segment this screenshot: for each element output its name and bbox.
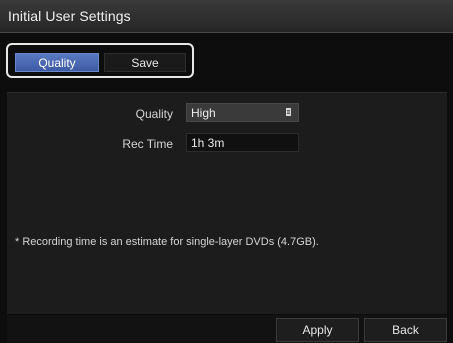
tab-save[interactable]: Save <box>104 53 186 72</box>
dropdown-list-icon <box>286 108 291 116</box>
tab-bar: Quality Save <box>6 43 194 78</box>
title-bar: Initial User Settings <box>0 0 453 33</box>
rec-time-label: Rec Time <box>122 137 173 151</box>
tab-quality[interactable]: Quality <box>15 53 99 72</box>
back-button[interactable]: Back <box>364 318 447 342</box>
button-bar: Apply Back <box>7 315 447 343</box>
apply-button[interactable]: Apply <box>276 318 359 342</box>
settings-window: Initial User Settings Quality Save Quali… <box>0 0 453 343</box>
rec-time-value: 1h 3m <box>191 136 225 150</box>
settings-panel: Quality High Rec Time 1h 3m * Recording … <box>7 92 447 314</box>
quality-dropdown[interactable]: High <box>186 103 299 122</box>
window-title: Initial User Settings <box>8 8 131 24</box>
rec-time-field: 1h 3m <box>186 133 299 152</box>
quality-value: High <box>191 106 216 120</box>
quality-label: Quality <box>135 107 173 121</box>
recording-time-note: * Recording time is an estimate for sing… <box>15 236 319 248</box>
